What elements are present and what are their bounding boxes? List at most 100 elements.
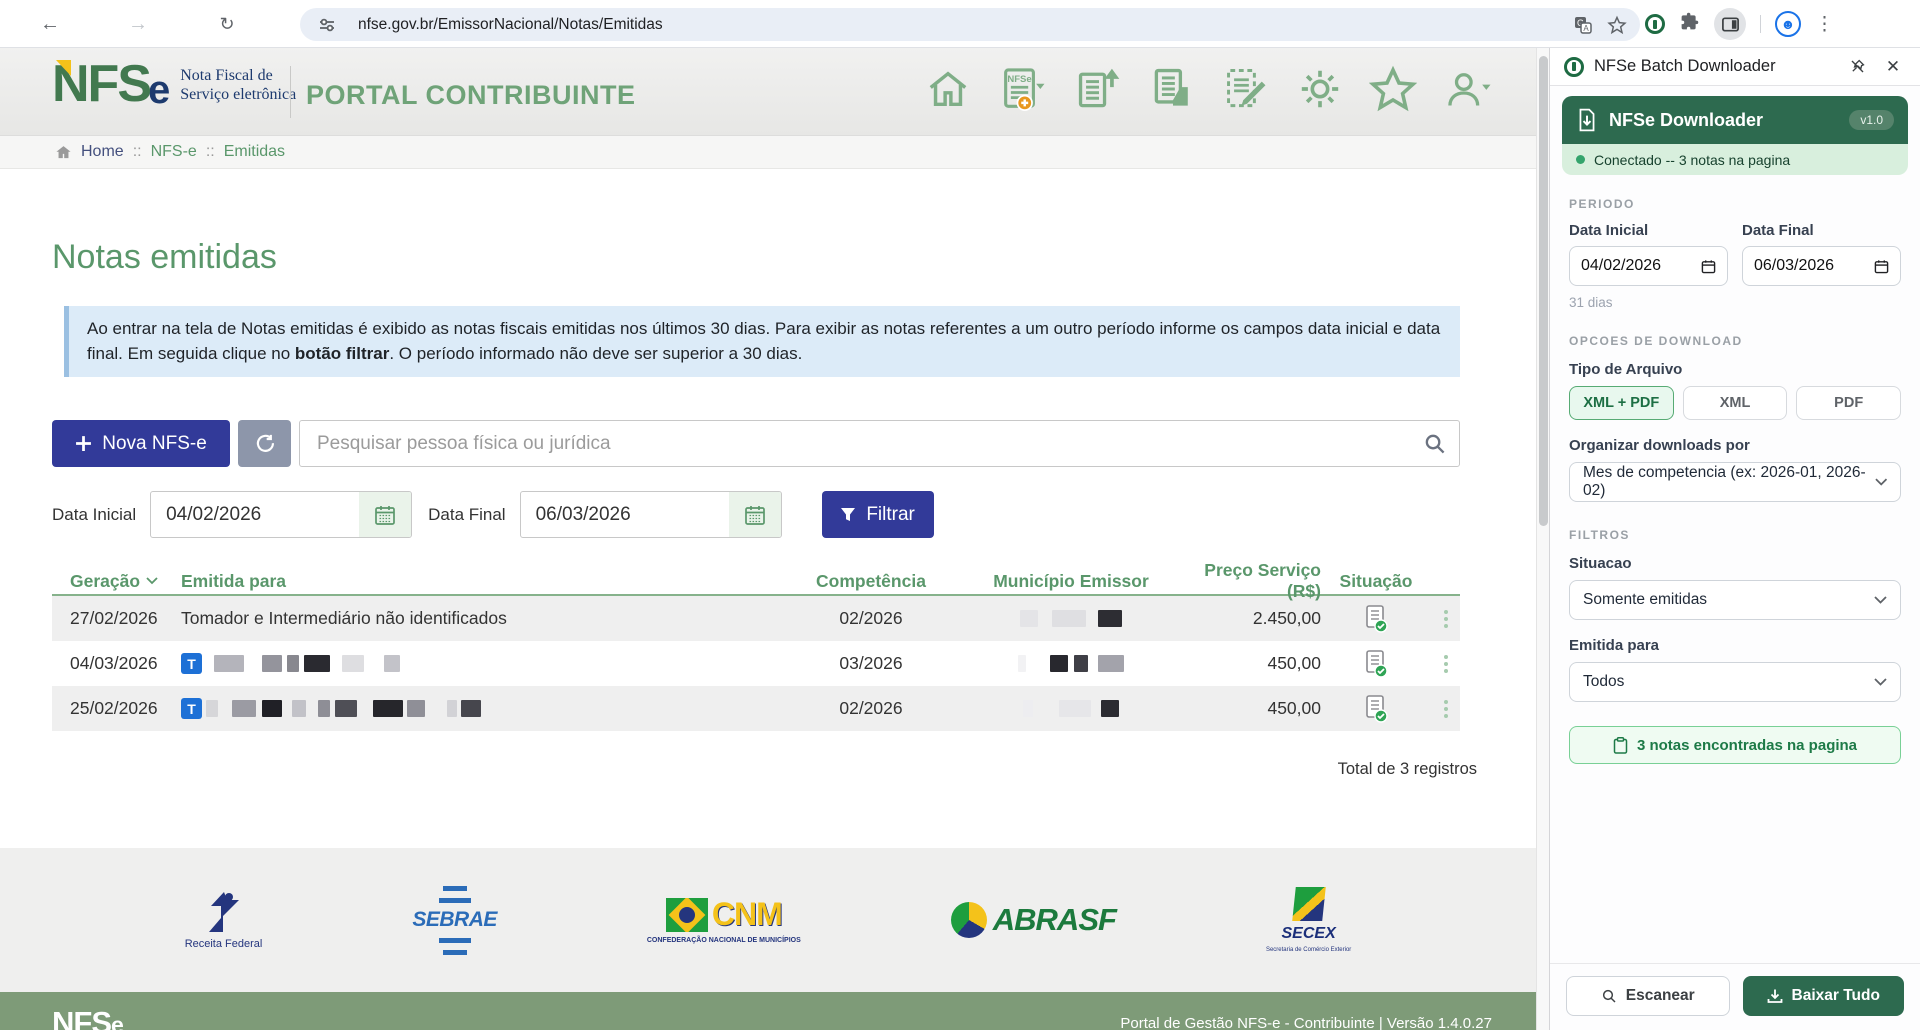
table-row[interactable]: 04/03/2026 T 03/2026 [52, 641, 1460, 686]
table-row[interactable]: 25/02/2026 T [52, 686, 1460, 731]
cell-municipio-redacted [961, 655, 1181, 672]
cnm-flag-icon [666, 898, 708, 932]
filtrar-button[interactable]: Filtrar [822, 491, 934, 538]
omnibox[interactable]: nfse.gov.br/EmissorNacional/Notas/Emitid… [300, 8, 1640, 41]
browser-toolbar: ← → ↻ nfse.gov.br/EmissorNacional/Notas/… [0, 0, 1920, 48]
cell-competencia: 03/2026 [781, 653, 961, 674]
emitidas-icon[interactable] [1075, 65, 1123, 113]
secex-logo[interactable]: SECEX Secretaria de Comércio Exterior [1266, 887, 1351, 953]
panel-data-final-value: 06/03/2026 [1754, 257, 1834, 275]
data-inicial-input[interactable]: 04/02/2026 [150, 491, 412, 538]
back-icon[interactable]: ← [34, 8, 66, 40]
filtrar-label: Filtrar [866, 504, 915, 526]
nova-nfse-button[interactable]: Nova NFS-e [52, 420, 230, 467]
data-inicial-value: 04/02/2026 [151, 504, 261, 526]
tipo-xml-pdf-button[interactable]: XML + PDF [1569, 386, 1674, 420]
receita-federal-icon [201, 890, 247, 934]
row-menu-icon[interactable] [1431, 655, 1460, 673]
baixar-tudo-button[interactable]: Baixar Tudo [1743, 976, 1905, 1016]
nfse-logo[interactable]: NFS e Nota Fiscal de Serviço eletrônica [52, 62, 296, 106]
sort-caret-icon [146, 577, 158, 585]
situacao-select[interactable]: Somente emitidas [1569, 580, 1901, 620]
cnm-logo[interactable]: CNM CONFEDERAÇÃO NACIONAL DE MUNICÍPIOS [647, 896, 801, 944]
secex-icon [1292, 887, 1326, 921]
search-icon[interactable] [1423, 432, 1446, 460]
col-competencia[interactable]: Competência [781, 571, 961, 592]
status-bar: Conectado -- 3 notas na pagina [1562, 144, 1908, 175]
periodo-label: PERIODO [1569, 197, 1901, 211]
total-registros: Total de 3 registros [52, 760, 1477, 779]
situacao-doc-check-icon[interactable] [1321, 694, 1431, 724]
col-geracao[interactable]: Geração [52, 571, 181, 592]
receita-federal-logo[interactable]: Receita Federal [185, 890, 263, 950]
recebidas-icon[interactable] [1149, 65, 1197, 113]
abrasf-icon [951, 902, 987, 938]
calendar-icon[interactable] [359, 492, 411, 537]
nfse-extension-icon[interactable] [1645, 14, 1665, 34]
col-emitida-para[interactable]: Emitida para [181, 571, 781, 592]
col-municipio[interactable]: Município Emissor [961, 571, 1181, 592]
escanear-button[interactable]: Escanear [1566, 976, 1730, 1016]
page-scrollbar[interactable] [1536, 48, 1549, 1030]
translate-icon[interactable]: GA [1566, 15, 1600, 35]
search-field-wrap [299, 420, 1460, 467]
bookmark-star-icon[interactable] [1600, 15, 1634, 35]
situacao-doc-check-icon[interactable] [1321, 649, 1431, 679]
row-menu-icon[interactable] [1431, 610, 1460, 628]
dias-count: 31 dias [1569, 295, 1901, 310]
forward-icon[interactable]: → [122, 8, 154, 40]
col-preco[interactable]: Preço Serviço (R$) [1181, 560, 1321, 602]
rascunhos-icon[interactable] [1223, 65, 1271, 113]
version-badge: v1.0 [1849, 110, 1894, 130]
row-menu-icon[interactable] [1431, 700, 1460, 718]
data-final-input[interactable]: 06/03/2026 [520, 491, 782, 538]
user-menu-icon[interactable] [1443, 66, 1495, 112]
search-input[interactable] [299, 420, 1460, 467]
notas-found-text: 3 notas encontradas na pagina [1637, 737, 1857, 754]
site-settings-icon[interactable] [310, 16, 344, 34]
sebrae-logo[interactable]: SEBRAE [412, 884, 497, 956]
panel-data-inicial-input[interactable]: 04/02/2026 [1569, 246, 1728, 286]
refresh-button[interactable] [238, 420, 291, 467]
breadcrumb-home[interactable]: Home [81, 143, 124, 161]
side-panel-icon[interactable] [1714, 8, 1746, 40]
situacao-doc-check-icon[interactable] [1321, 604, 1431, 634]
baixar-tudo-label: Baixar Tudo [1792, 987, 1880, 1005]
table-row[interactable]: 27/02/2026 Tomador e Intermediário não i… [52, 596, 1460, 641]
panel-data-final-input[interactable]: 06/03/2026 [1742, 246, 1901, 286]
col-situacao[interactable]: Situação [1321, 571, 1431, 592]
organizar-value: Mes de competencia (ex: 2026-01, 2026-02… [1583, 464, 1875, 500]
nova-nfse-icon[interactable]: NFSe [997, 64, 1049, 114]
pin-icon[interactable] [1844, 54, 1870, 80]
url-text[interactable]: nfse.gov.br/EmissorNacional/Notas/Emitid… [358, 16, 1566, 34]
calendar-icon[interactable] [1701, 259, 1716, 274]
scrollbar-thumb[interactable] [1539, 56, 1548, 526]
reload-icon[interactable]: ↻ [211, 8, 243, 40]
date-filter-row: Data Inicial 04/02/2026 Data Final 06/03… [52, 491, 934, 538]
profile-avatar[interactable]: ☻ [1775, 11, 1801, 37]
abrasf-logo[interactable]: ABRASF [951, 902, 1116, 938]
browser-menu-icon[interactable]: ⋮ [1815, 13, 1834, 36]
data-final-label: Data Final [428, 505, 505, 525]
breadcrumb-nfse[interactable]: NFS-e [151, 143, 197, 161]
info-box: Ao entrar na tela de Notas emitidas é ex… [64, 306, 1460, 377]
organizar-select[interactable]: Mes de competencia (ex: 2026-01, 2026-02… [1569, 462, 1901, 502]
data-inicial-label: Data Inicial [52, 505, 136, 525]
home-icon[interactable] [925, 66, 971, 112]
chevron-down-icon [1875, 478, 1887, 486]
extensions-puzzle-icon[interactable] [1679, 11, 1700, 37]
filtros-section: FILTROS Situacao Somente emitidas Emitid… [1569, 528, 1901, 702]
logo-e-text: e [148, 74, 170, 106]
config-gear-icon[interactable] [1297, 66, 1343, 112]
footer-version-text: Portal de Gestão NFS-e - Contribuinte | … [1120, 1015, 1492, 1030]
calendar-icon[interactable] [729, 492, 781, 537]
calendar-icon[interactable] [1874, 259, 1889, 274]
tipo-xml-button[interactable]: XML [1683, 386, 1788, 420]
favoritos-star-icon[interactable] [1369, 65, 1417, 113]
close-icon[interactable]: ✕ [1880, 54, 1906, 80]
refresh-icon [255, 434, 275, 454]
cell-municipio-redacted [961, 700, 1181, 717]
emitida-para-select[interactable]: Todos [1569, 662, 1901, 702]
download-doc-icon [1576, 108, 1598, 132]
tipo-pdf-button[interactable]: PDF [1796, 386, 1901, 420]
